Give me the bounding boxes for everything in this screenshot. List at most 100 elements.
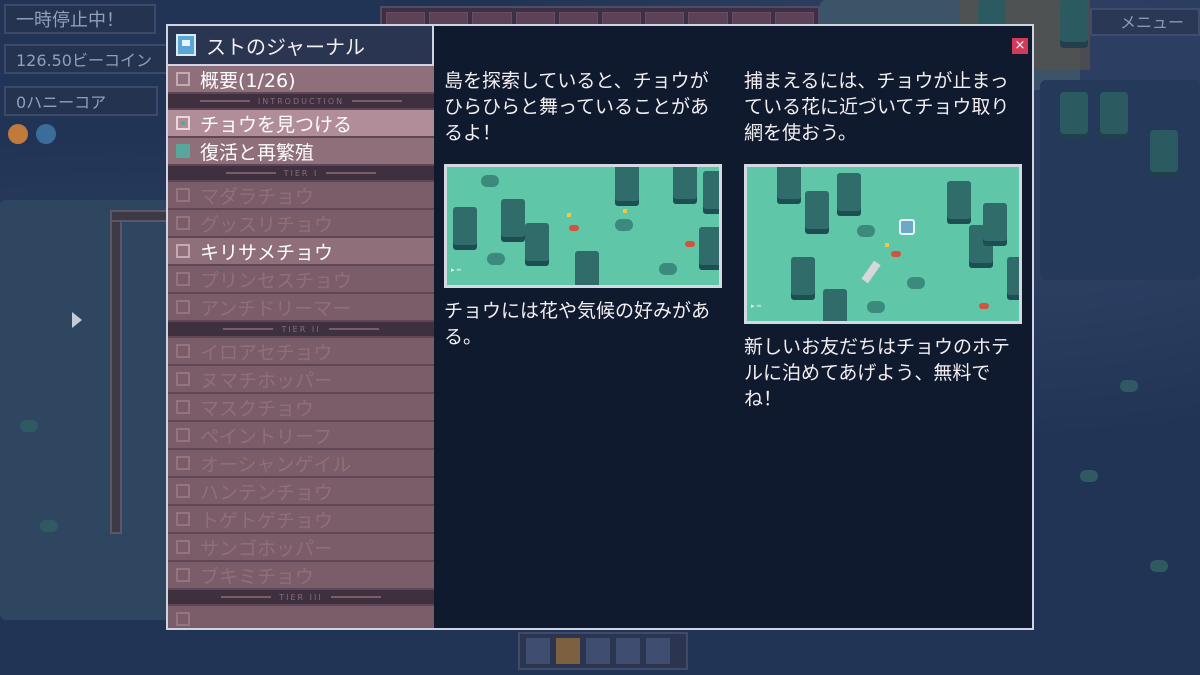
sidebar-item-species[interactable]: オーシャンゲイル [168,450,434,476]
sidebar-item-label: マダラチョウ [200,185,315,208]
divider-label: TIER III [279,592,323,602]
sidebar-item-label: ヌマチホッパー [200,369,334,392]
checkbox-icon [176,116,190,130]
sidebar-item-label: ハンテンチョウ [200,481,334,504]
checkbox-icon [176,568,190,582]
section-divider: INTRODUCTION [168,94,434,108]
catch-instructions: 捕まえるには、チョウが止まっている花に近づいてチョウ取り網を使おう。 [744,70,1010,144]
sidebar-item-species[interactable]: マダラチョウ [168,182,434,208]
checkbox-icon [176,512,190,526]
checkbox-icon [176,456,190,470]
journal-book-icon [176,34,196,56]
checkbox-icon [176,72,190,86]
checkbox-icon [176,244,190,258]
sidebar-item-species[interactable]: マスクチョウ [168,394,434,420]
journal-content: 島を探索していると、チョウがひらひらと舞っていることがあるよ！ ▸ ═ チョウに… [444,68,1022,622]
journal-sidebar[interactable]: 概要(1/26) INTRODUCTION チョウを見つける 復活と再繁殖 TI… [168,66,434,628]
sidebar-item-label: イロアセチョウ [200,341,333,364]
intro-text: 島を探索していると、チョウがひらひらと舞っていることがあるよ！ [444,70,710,144]
section-divider: TIER II [168,322,434,336]
quick-slot[interactable] [556,638,580,664]
section-divider: TIER III [168,590,434,604]
quick-slot[interactable] [586,638,610,664]
checkbox-icon [176,344,190,358]
sidebar-item-label: グッスリチョウ [200,213,334,236]
sidebar-item-species[interactable]: プリンセスチョウ [168,266,434,292]
quick-slot[interactable] [616,638,640,664]
paused-indicator: 一時停止中！ [4,4,156,34]
checkbox-icon [176,188,190,202]
tree [1060,92,1088,134]
status-icon [8,124,28,144]
sidebar-item-label: オーシャンゲイル [200,453,352,476]
checkbox-icon [176,216,190,230]
journal-window: ストのジャーナル × 概要(1/26) INTRODUCTION チョウを見つけ… [166,24,1034,630]
sidebar-item-species[interactable]: サンゴホッパー [168,534,434,560]
sidebar-item-species-partial[interactable] [168,606,434,628]
divider-label: TIER II [281,324,321,334]
sidebar-item-label: プリンセスチョウ [200,269,353,292]
sidebar-item-find-butterflies[interactable]: チョウを見つける [168,110,434,136]
preference-text: チョウには花や気候の好みがある。 [444,300,711,348]
pipe-horizontal [110,210,174,222]
checkbox-icon [176,272,190,286]
checkbox-icon [176,144,190,158]
sidebar-item-species[interactable]: アンチドリーマー [168,294,434,320]
sidebar-item-label: トゲトゲチョウ [200,509,334,532]
close-icon: × [1014,38,1026,53]
sidebar-item-species[interactable]: イロアセチョウ [168,338,434,364]
sidebar-item-species[interactable]: グッスリチョウ [168,210,434,236]
sidebar-item-label: サンゴホッパー [200,537,334,560]
bottom-quick-bar [518,632,688,670]
bush [1080,470,1098,482]
illustration-meadow: ▸ ═ [444,164,722,288]
divider-label: INTRODUCTION [257,96,345,106]
honeycore-display: 0ハニーコア [4,86,158,116]
sidebar-item-label: キリサメチョウ [200,241,334,264]
menu-button[interactable]: メニュー [1090,8,1200,36]
sidebar-item-species[interactable]: ブキミチョウ [168,562,434,588]
bush [40,520,58,532]
sidebar-item-species[interactable]: ハンテンチョウ [168,478,434,504]
sidebar-item-overview[interactable]: 概要(1/26) [168,66,434,92]
checkbox-icon [176,540,190,554]
sidebar-item-label: マスクチョウ [200,397,315,420]
island-left [0,200,170,620]
section-divider: TIER I [168,166,434,180]
bush [1120,380,1138,392]
sidebar-item-label: アンチドリーマー [200,297,352,320]
cursor-icon [72,312,82,328]
sidebar-item-label: ブキミチョウ [200,565,315,588]
sidebar-item-label: 復活と再繁殖 [200,141,315,164]
divider-label: TIER I [283,168,319,178]
checkbox-icon [176,612,190,626]
checkbox-icon [176,400,190,414]
bush [1150,560,1168,572]
checkbox-icon [176,372,190,386]
journal-title: ストのジャーナル [206,34,365,59]
status-icon [36,124,56,144]
close-button[interactable]: × [1012,38,1028,54]
tree [1060,0,1088,42]
pipe-vertical [110,210,122,534]
sidebar-item-species[interactable]: ペイントリーフ [168,422,434,448]
sidebar-item-species[interactable]: トゲトゲチョウ [168,506,434,532]
sidebar-item-revival[interactable]: 復活と再繁殖 [168,138,434,164]
hotel-text: 新しいお友だちはチョウのホテルに泊めてあげよう、無料でね！ [744,336,1011,410]
content-column-left: 島を探索していると、チョウがひらひらと舞っていることがあるよ！ ▸ ═ チョウに… [444,68,726,350]
sidebar-item-label: ペイントリーフ [200,425,332,448]
sidebar-item-species[interactable]: ヌマチホッパー [168,366,434,392]
content-column-right: 捕まえるには、チョウが止まっている花に近づいてチョウ取り網を使おう。 ▸ ═ 新… [744,68,1026,412]
currency-display: 126.50ビーコイン [4,44,170,74]
journal-title-tab: ストのジャーナル [168,26,434,66]
quick-slot[interactable] [526,638,550,664]
menu-label: メニュー [1120,13,1185,32]
checkbox-icon [176,428,190,442]
quick-slot[interactable] [646,638,670,664]
sidebar-item-species[interactable]: キリサメチョウ [168,238,434,264]
sidebar-item-label: チョウを見つける [200,113,353,136]
checkbox-icon [176,300,190,314]
checkbox-icon [176,484,190,498]
tree [1100,92,1128,134]
illustration-net-catch: ▸ ═ [744,164,1022,324]
